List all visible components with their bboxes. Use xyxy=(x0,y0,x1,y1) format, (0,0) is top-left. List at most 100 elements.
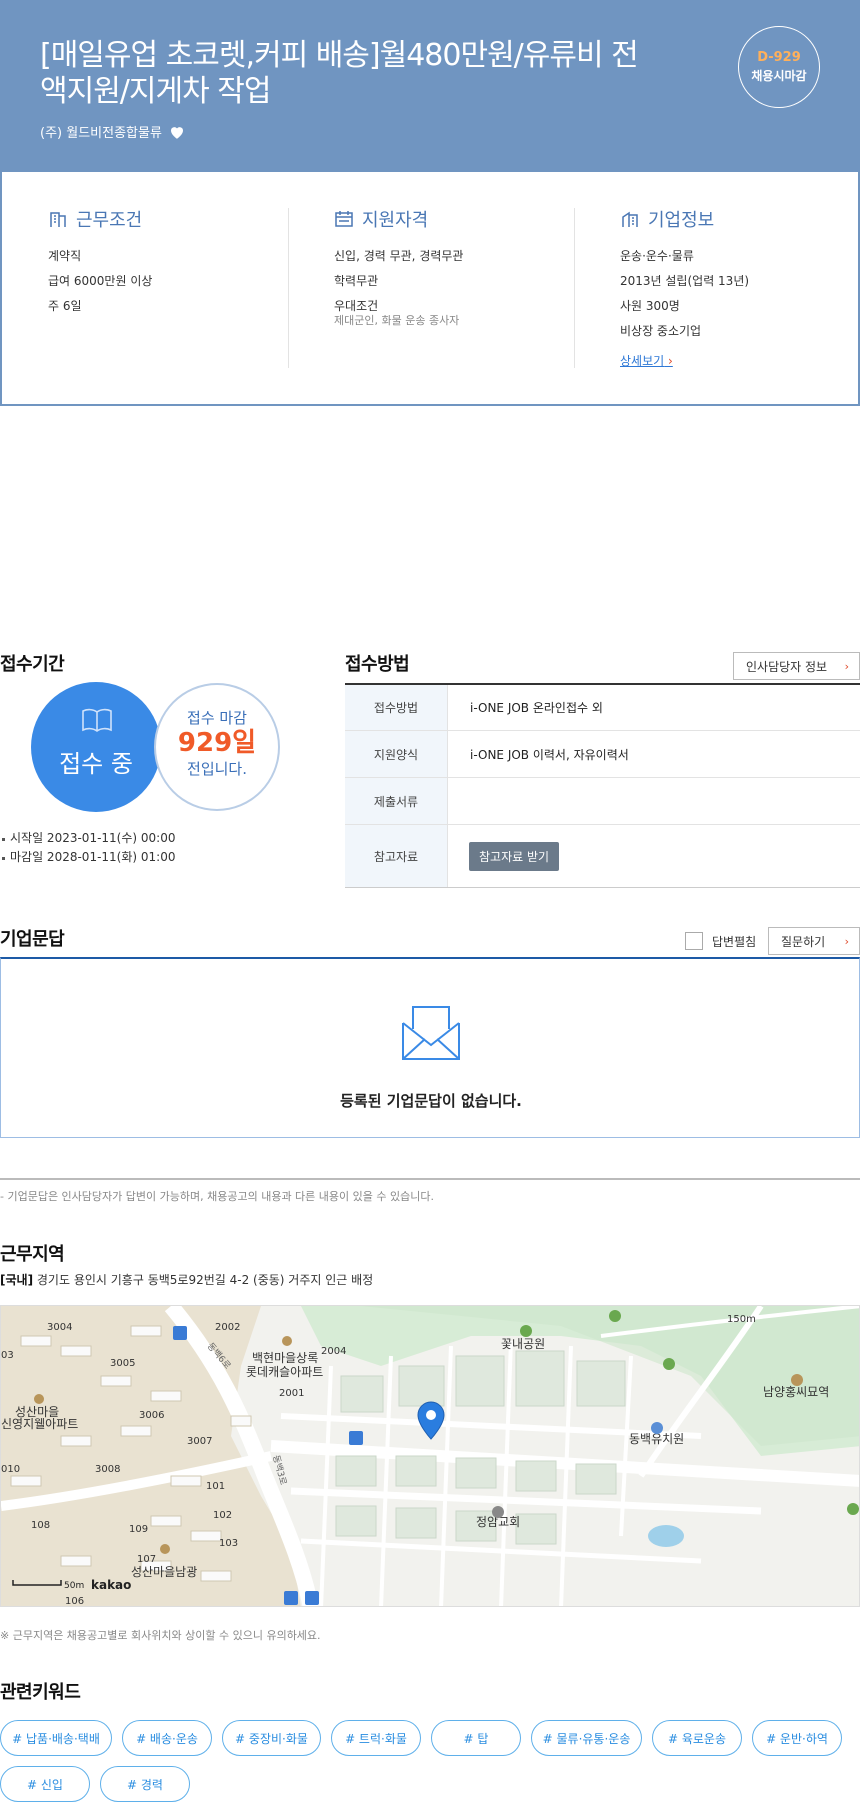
remaining-top: 접수 마감 xyxy=(187,709,247,727)
map-label: 107 xyxy=(137,1554,156,1565)
table-row: 참고자료 참고자료 받기 xyxy=(345,825,860,887)
church-icon xyxy=(492,1506,504,1518)
dday-badge: D-929 채용시마감 xyxy=(738,26,820,108)
keyword-tag[interactable]: # 중장비·화물 xyxy=(222,1720,321,1756)
work-address: [국내] 경기도 용인시 기흥구 동백5로92번길 4-2 (중동) 거주지 인… xyxy=(0,1271,373,1288)
row-value: i-ONE JOB 온라인접수 외 xyxy=(470,701,603,715)
keyword-tag[interactable]: # 납품·배송·택배 xyxy=(0,1720,112,1756)
location-map[interactable]: 3004 2002 2004 3005 2001 3006 3007 3008 … xyxy=(0,1305,860,1607)
table-row: 제출서류 xyxy=(345,778,860,825)
row-label: 접수방법 xyxy=(345,685,448,730)
qna-empty-box: 등록된 기업문답이 없습니다. xyxy=(0,957,860,1138)
keyword-tag[interactable]: # 물류·유통·운송 xyxy=(531,1720,642,1756)
bus-stop-icon xyxy=(284,1591,298,1605)
map-label: 102 xyxy=(213,1510,232,1521)
map-brand: kakao xyxy=(91,1578,131,1592)
method-title: 접수방법 xyxy=(345,654,410,675)
map-label: 3006 xyxy=(139,1410,164,1421)
row-value xyxy=(448,778,860,824)
map-label: 신영지웰아파트 xyxy=(1,1417,78,1431)
work-line: 급여 6000만원 이상 xyxy=(48,274,153,288)
company-row: (주) 월드비전종합물류 xyxy=(40,122,186,141)
expand-answers-checkbox[interactable] xyxy=(685,932,703,950)
park-icon xyxy=(663,1358,675,1370)
park-icon xyxy=(520,1325,532,1337)
map-label: 성산마을남광 xyxy=(131,1565,197,1579)
keyword-tag[interactable]: # 운반·하역 xyxy=(752,1720,842,1756)
expand-answers-label[interactable]: 답변펼침 xyxy=(712,933,756,950)
corp-line: 사원 300명 xyxy=(620,299,680,313)
building-icon xyxy=(50,212,66,227)
end-date: 마감일 2028-01-11(화) 01:00 xyxy=(0,848,175,867)
calendar-icon xyxy=(335,211,353,227)
dday-count: D-929 xyxy=(757,50,801,65)
envelope-icon xyxy=(402,1006,460,1060)
chevron-right-icon: › xyxy=(844,659,849,673)
map-label: 백현마을상록 xyxy=(252,1351,318,1365)
keyword-tag[interactable]: # 경력 xyxy=(100,1766,190,1802)
hr-info-label: 인사담당자 정보 xyxy=(746,659,828,674)
bus-stop-icon xyxy=(305,1591,319,1605)
map-label: 106 xyxy=(65,1596,84,1607)
divider xyxy=(0,1178,860,1180)
company-info-title: 기업정보 xyxy=(648,210,715,231)
company-name[interactable]: (주) 월드비전종합물류 xyxy=(40,122,162,141)
qna-note: - 기업문답은 인사담당자가 답변이 가능하며, 채용공고의 내용과 다른 내용… xyxy=(0,1190,434,1203)
book-icon xyxy=(82,708,112,732)
date-list: 시작일 2023-01-11(수) 00:00 마감일 2028-01-11(화… xyxy=(0,829,175,867)
divider xyxy=(288,208,289,368)
map-label: 109 xyxy=(129,1524,148,1535)
period-title: 접수기간 xyxy=(0,654,65,675)
row-label: 참고자료 xyxy=(345,825,448,887)
map-label: 010 xyxy=(1,1464,20,1475)
bus-stop-icon xyxy=(173,1326,187,1340)
chevron-right-icon: › xyxy=(844,934,849,948)
map-label: 3004 xyxy=(47,1322,72,1333)
table-row: 접수방법 i-ONE JOB 온라인접수 외 xyxy=(345,685,860,731)
map-label: 2002 xyxy=(215,1322,240,1333)
map-label: 3005 xyxy=(110,1358,135,1369)
map-label: 꽃내공원 xyxy=(501,1337,545,1351)
keyword-tag[interactable]: # 육로운송 xyxy=(652,1720,742,1756)
corp-line: 2013년 설립(업력 13년) xyxy=(620,274,750,288)
qualifications-heading: 지원자격 xyxy=(334,206,463,232)
address-text: 경기도 용인시 기흥구 동백5로92번길 4-2 (중동) 거주지 인근 배정 xyxy=(36,1273,374,1287)
table-row: 지원양식 i-ONE JOB 이력서, 자유이력서 xyxy=(345,731,860,778)
poi-icon xyxy=(160,1544,170,1554)
preferred-detail: 제대군인, 화물 운송 종사자 xyxy=(334,314,460,327)
corp-line: 운송·운수·물류 xyxy=(620,249,694,263)
qna-empty-message: 등록된 기업문답이 없습니다. xyxy=(340,1092,522,1110)
heart-icon[interactable] xyxy=(168,123,186,141)
park-icon xyxy=(609,1310,621,1322)
job-header: [매일유업 초코렛,커피 배송]월480만원/유류비 전액지원/지게차 작업 (… xyxy=(0,0,860,172)
poi-icon xyxy=(34,1394,44,1404)
hr-info-button[interactable]: 인사담당자 정보 › xyxy=(733,652,860,680)
company-detail-link[interactable]: 상세보기 › xyxy=(620,352,673,369)
map-label: 101 xyxy=(206,1481,225,1492)
map-canvas: 3004 2002 2004 3005 2001 3006 3007 3008 … xyxy=(1,1306,859,1607)
status-label: 접수 중 xyxy=(59,750,133,778)
start-date: 시작일 2023-01-11(수) 00:00 xyxy=(0,829,175,848)
region-tag: [국내] xyxy=(0,1273,34,1287)
chevron-right-icon: › xyxy=(668,354,673,368)
ask-question-label: 질문하기 xyxy=(781,934,826,949)
location-pin-icon[interactable] xyxy=(417,1401,445,1440)
company-detail-label[interactable]: 상세보기 xyxy=(620,354,664,368)
keyword-tag[interactable]: # 신입 xyxy=(0,1766,90,1802)
keyword-tag[interactable]: # 트럭·화물 xyxy=(331,1720,421,1756)
park-icon xyxy=(847,1503,859,1515)
map-label: 롯데캐슬아파트 xyxy=(246,1365,323,1379)
keyword-tag[interactable]: # 탑 xyxy=(431,1720,521,1756)
keywords-title: 관련키워드 xyxy=(0,1682,81,1703)
status-circle: 접수 중 xyxy=(31,682,161,812)
download-reference-button[interactable]: 참고자료 받기 xyxy=(469,841,560,871)
school-icon xyxy=(651,1422,663,1434)
ask-question-button[interactable]: 질문하기 › xyxy=(768,927,860,955)
remaining-days: 929일 xyxy=(177,728,257,758)
row-value: 참고자료 받기 xyxy=(448,825,860,887)
work-conditions-heading: 근무조건 xyxy=(48,206,152,232)
map-label: 108 xyxy=(31,1520,50,1531)
bus-stop-icon xyxy=(349,1431,363,1445)
row-label: 제출서류 xyxy=(345,778,448,824)
keyword-tag[interactable]: # 배송·운송 xyxy=(122,1720,212,1756)
